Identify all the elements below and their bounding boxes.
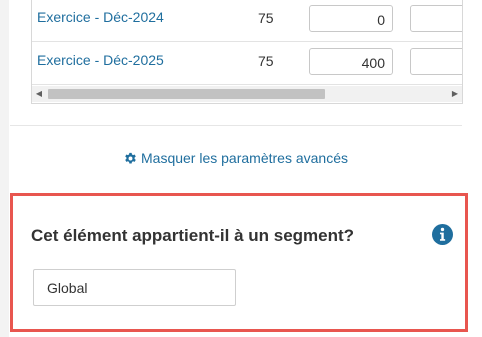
table-row: Exercice - Déc-2024 75 0 <box>32 0 462 42</box>
amount-input-extra[interactable] <box>410 5 462 32</box>
section-divider <box>10 125 462 126</box>
hide-advanced-settings-link[interactable]: Masquer les paramètres avancés <box>124 150 348 166</box>
table-row: Exercice - Déc-2025 75 400 <box>32 41 462 85</box>
amount-input-extra[interactable] <box>410 48 462 75</box>
amount-input[interactable]: 0 <box>309 5 393 32</box>
fiscal-year-table: Exercice - Déc-2024 75 0 Exercice - Déc-… <box>31 0 463 104</box>
row-label-link[interactable]: Exercice - Déc-2024 <box>37 9 164 25</box>
row-label-link[interactable]: Exercice - Déc-2025 <box>37 52 164 68</box>
advanced-toggle-label: Masquer les paramètres avancés <box>141 150 348 166</box>
scroll-left-icon[interactable]: ◀ <box>32 86 46 102</box>
segment-field[interactable]: Global <box>33 269 236 306</box>
scroll-right-icon[interactable]: ▶ <box>448 86 462 102</box>
horizontal-scrollbar[interactable]: ◀ ▶ <box>32 86 462 102</box>
row-percent: 75 <box>258 10 274 26</box>
segment-section: Cet élément appartient-il à un segment? … <box>10 193 468 332</box>
gear-icon <box>125 152 136 164</box>
row-percent: 75 <box>258 53 274 69</box>
segment-question: Cet élément appartient-il à un segment? <box>31 226 355 245</box>
amount-input[interactable]: 400 <box>309 48 393 75</box>
scrollbar-thumb[interactable] <box>48 89 325 99</box>
info-icon[interactable] <box>432 224 453 245</box>
